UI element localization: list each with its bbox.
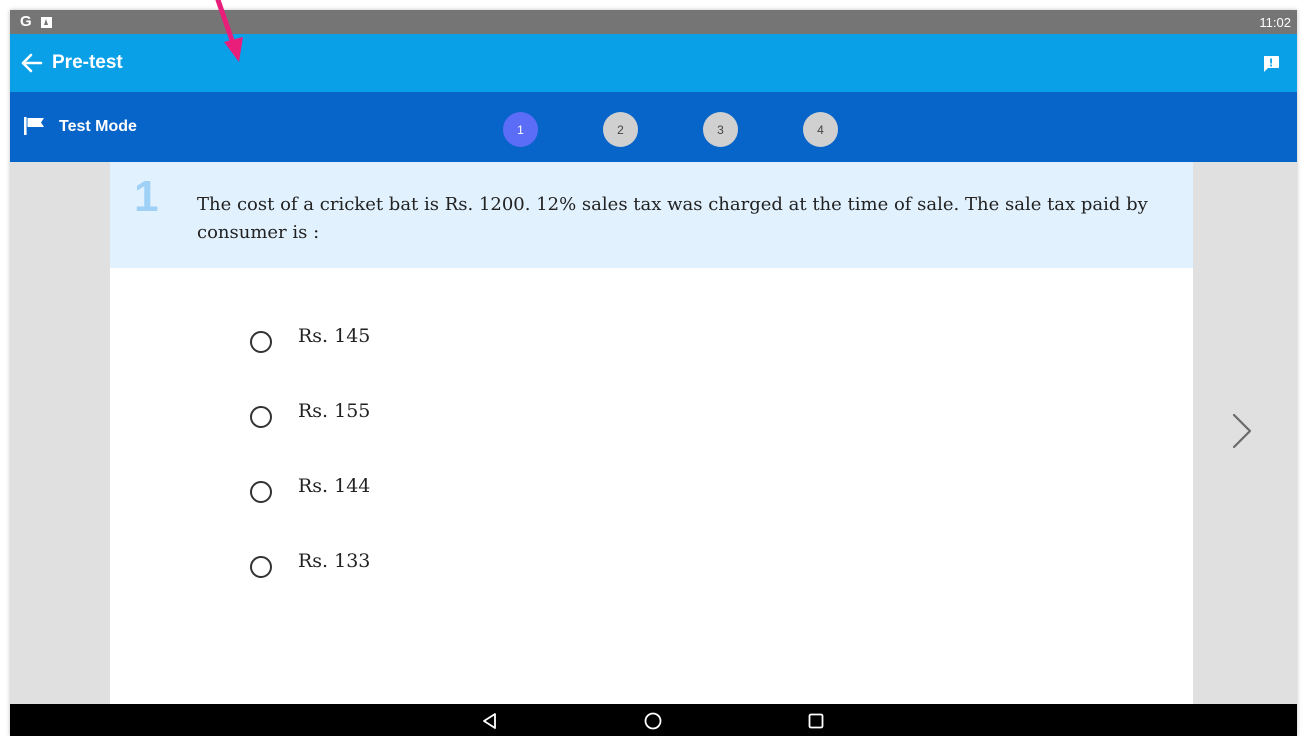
question-nav-3[interactable]: 3 bbox=[703, 112, 738, 147]
radio-button[interactable] bbox=[250, 406, 272, 428]
flag-icon bbox=[24, 117, 44, 135]
radio-button[interactable] bbox=[250, 556, 272, 578]
option-label: Rs. 133 bbox=[298, 550, 371, 572]
clock: 11:02 bbox=[1259, 15, 1291, 30]
question-nav-1[interactable]: 1 bbox=[503, 112, 538, 147]
back-triangle-icon[interactable] bbox=[480, 711, 500, 731]
answer-option-4[interactable]: Rs. 133 bbox=[250, 548, 370, 578]
question-card: 1 The cost of a cricket bat is Rs. 1200.… bbox=[110, 162, 1193, 704]
feedback-icon[interactable] bbox=[1262, 55, 1280, 73]
option-label: Rs. 145 bbox=[298, 325, 371, 347]
question-number: 1 bbox=[134, 172, 159, 221]
answer-option-2[interactable]: Rs. 155 bbox=[250, 398, 370, 428]
app-bar: Pre-test bbox=[10, 34, 1297, 92]
answer-option-1[interactable]: Rs. 145 bbox=[250, 323, 370, 353]
page-title: Pre-test bbox=[52, 52, 123, 73]
status-bar: G 11:02 bbox=[10, 10, 1297, 34]
google-icon: G bbox=[20, 13, 32, 30]
app-window: G 11:02 Pre-test Test Mode 1 2 3 4 1 The… bbox=[10, 10, 1297, 736]
status-icons: G bbox=[20, 14, 52, 30]
annotation-arrow-icon bbox=[215, 0, 243, 62]
radio-button[interactable] bbox=[250, 481, 272, 503]
answer-option-3[interactable]: Rs. 144 bbox=[250, 473, 370, 503]
question-header: 1 The cost of a cricket bat is Rs. 1200.… bbox=[110, 162, 1193, 268]
recents-square-icon[interactable] bbox=[806, 711, 826, 731]
test-mode-label: Test Mode bbox=[59, 118, 137, 135]
option-label: Rs. 155 bbox=[298, 400, 371, 422]
system-nav-bar bbox=[10, 704, 1297, 736]
home-circle-icon[interactable] bbox=[643, 711, 663, 731]
question-nav-4[interactable]: 4 bbox=[803, 112, 838, 147]
chevron-right-icon[interactable] bbox=[1229, 411, 1255, 451]
test-mode-bar: Test Mode 1 2 3 4 bbox=[10, 92, 1297, 162]
option-label: Rs. 144 bbox=[298, 475, 371, 497]
arrow-left-icon[interactable] bbox=[19, 52, 43, 74]
android-notification-icon bbox=[40, 16, 52, 28]
question-nav-2[interactable]: 2 bbox=[603, 112, 638, 147]
radio-button[interactable] bbox=[250, 331, 272, 353]
question-text: The cost of a cricket bat is Rs. 1200. 1… bbox=[197, 194, 1148, 243]
